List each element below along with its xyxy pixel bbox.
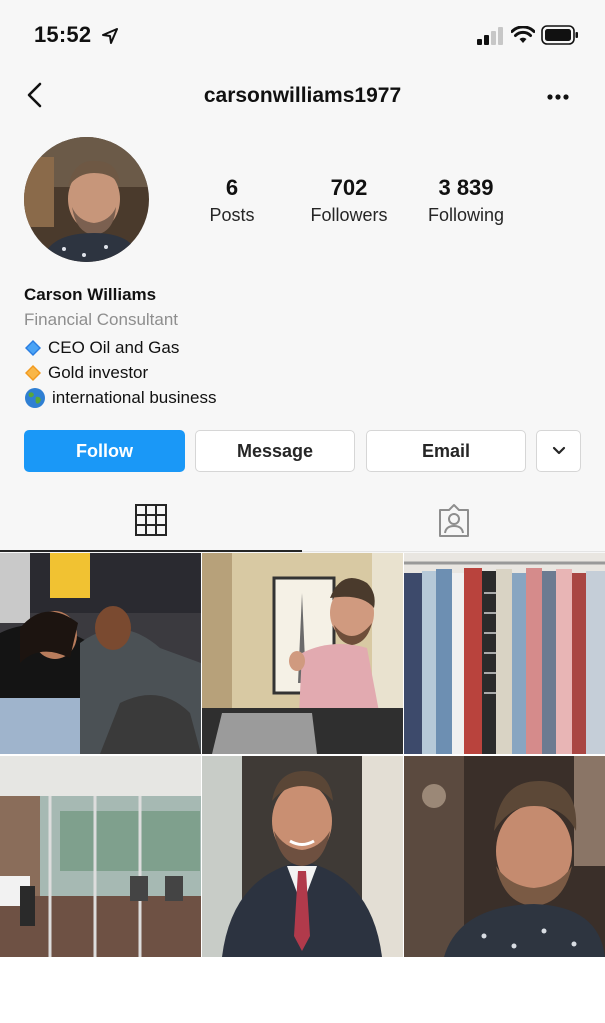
- stat-followers-label: Followers: [310, 205, 388, 225]
- bio-line: international business: [24, 385, 584, 410]
- bio-line: Gold investor: [24, 360, 584, 385]
- blue-diamond-icon: [25, 339, 41, 356]
- bio-line-text: international business: [52, 387, 217, 407]
- wifi-icon: [511, 26, 535, 43]
- stat-posts-count: 6: [225, 175, 239, 200]
- tab-posts-grid[interactable]: [0, 490, 302, 552]
- post-thumbnail[interactable]: [404, 756, 605, 957]
- message-button[interactable]: Message: [195, 430, 355, 472]
- profile-header: carsonwilliams1977: [0, 70, 605, 122]
- post-thumbnail[interactable]: [202, 553, 403, 754]
- post-thumbnail[interactable]: [0, 553, 201, 754]
- email-button[interactable]: Email: [366, 430, 526, 472]
- post-thumbnail[interactable]: [404, 553, 605, 754]
- battery-icon: [541, 25, 578, 45]
- stat-following-label: Following: [427, 205, 505, 225]
- bio-line: CEO Oil and Gas: [24, 335, 584, 360]
- empty-area: [0, 957, 605, 1023]
- post-thumbnail[interactable]: [202, 756, 403, 957]
- stat-posts[interactable]: 6 Posts: [177, 175, 287, 226]
- cellular-signal-icon: [477, 27, 503, 45]
- bio-line-text: CEO Oil and Gas: [48, 337, 180, 357]
- tagged-person-icon: [439, 504, 469, 537]
- status-time: 15:52: [34, 22, 92, 47]
- suggested-accounts-button[interactable]: [536, 430, 581, 472]
- stat-following[interactable]: 3 839 Following: [411, 175, 521, 226]
- more-options-button[interactable]: [540, 82, 576, 112]
- profile-avatar[interactable]: [24, 137, 149, 262]
- chevron-down-icon: [552, 446, 565, 455]
- bio-full-name: Carson Williams: [24, 285, 157, 304]
- orange-diamond-icon: [25, 364, 41, 381]
- posts-grid: [0, 553, 605, 957]
- stat-posts-label: Posts: [209, 205, 255, 225]
- profile-username: carsonwilliams1977: [203, 84, 402, 107]
- stat-following-count: 3 839: [438, 175, 494, 200]
- bio-line-text: Gold investor: [48, 362, 149, 382]
- globe-icon: [25, 387, 45, 408]
- profile-screen: 15:52 carsonwilliams1977 6 Posts 702 Fol…: [0, 0, 605, 1023]
- bio-category: Financial Consultant: [24, 310, 179, 329]
- follow-button[interactable]: Follow: [24, 430, 185, 472]
- profile-bio: Carson Williams Financial Consultant CEO…: [24, 285, 584, 410]
- grid-icon: [135, 504, 167, 536]
- status-bar: 15:52: [0, 0, 605, 70]
- tab-tagged[interactable]: [302, 490, 605, 552]
- stat-followers[interactable]: 702 Followers: [294, 175, 404, 226]
- location-arrow-icon: [102, 28, 118, 44]
- stat-followers-count: 702: [330, 175, 368, 200]
- post-thumbnail[interactable]: [0, 756, 201, 957]
